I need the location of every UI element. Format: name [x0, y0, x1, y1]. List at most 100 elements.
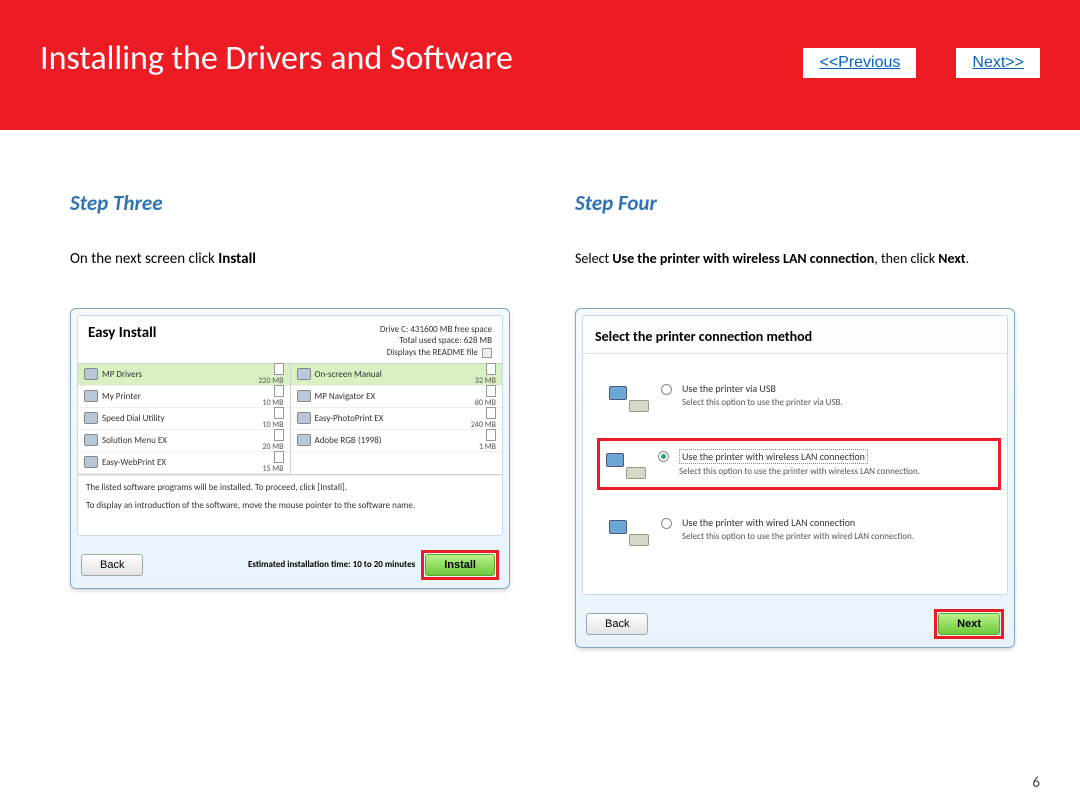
- readme-text: Displays the README file: [387, 347, 478, 359]
- content: Step Three On the next screen click Inst…: [0, 130, 1080, 648]
- software-icon: [297, 390, 311, 402]
- doc-icon: [274, 385, 284, 397]
- software-col-1: MP Drivers220 MBMy Printer10 MBSpeed Dia…: [78, 364, 290, 474]
- connection-main: Use the printer with wired LAN connectio…: [682, 516, 914, 529]
- doc-icon: [486, 407, 496, 419]
- r-desc-pre: Select: [575, 250, 612, 267]
- connection-options: Use the printer via USB Select this optio…: [583, 354, 1007, 582]
- doc-icon: [486, 363, 496, 375]
- previous-button[interactable]: <<Previous: [803, 48, 916, 78]
- software-icon: [297, 434, 311, 446]
- software-col-2: On-screen Manual32 MBMP Navigator EX80 M…: [290, 364, 503, 474]
- connection-sub: Select this option to use the printer vi…: [682, 397, 843, 408]
- radio-button[interactable]: [661, 384, 672, 395]
- connection-option[interactable]: Use the printer with wireless LAN connec…: [597, 438, 1001, 490]
- dialog-title: Easy Install: [88, 324, 156, 359]
- drive-space: Drive C: 431600 MB free space: [380, 324, 492, 336]
- software-name: On-screen Manual: [315, 369, 382, 380]
- software-row[interactable]: On-screen Manual32 MB: [291, 364, 503, 386]
- step-four-title: Step Four: [575, 190, 1020, 216]
- connection-text: Use the printer via USB Select this optio…: [682, 382, 843, 408]
- dialog-header: Easy Install Drive C: 431600 MB free spa…: [78, 316, 502, 364]
- connection-dialog-title: Select the printer connection method: [583, 316, 1007, 354]
- step-four-desc: Select Use the printer with wireless LAN…: [575, 250, 1020, 268]
- back-button[interactable]: Back: [81, 554, 143, 576]
- software-row[interactable]: Easy-PhotoPrint EX240 MB: [291, 408, 503, 430]
- software-row[interactable]: Easy-WebPrint EX 15 MB: [78, 452, 290, 474]
- software-name: Adobe RGB (1998): [315, 435, 382, 446]
- connection-icon: [609, 516, 651, 546]
- software-icon: [84, 368, 98, 380]
- connection-sub: Select this option to use the printer wi…: [682, 531, 914, 542]
- install-button[interactable]: Install: [425, 554, 495, 576]
- connection-main: Use the printer via USB: [682, 382, 843, 395]
- r-desc-mid: , then click: [874, 250, 938, 267]
- next-button[interactable]: Next>>: [956, 48, 1040, 78]
- radio-button[interactable]: [661, 518, 672, 529]
- connection-icon: [609, 382, 651, 412]
- step-three-title: Step Three: [70, 190, 515, 216]
- software-name: Easy-PhotoPrint EX: [315, 413, 384, 424]
- est-time: Estimated installation time: 10 to 20 mi…: [248, 559, 415, 570]
- page-number: 6: [1032, 774, 1040, 792]
- software-row[interactable]: MP Navigator EX80 MB: [291, 386, 503, 408]
- software-name: My Printer: [102, 391, 141, 402]
- connection-text: Use the printer with wired LAN connectio…: [682, 516, 914, 542]
- info-area: The listed software programs will be ins…: [78, 475, 502, 535]
- next-highlight: Next: [934, 609, 1004, 639]
- software-icon: [84, 412, 98, 424]
- connection-option[interactable]: Use the printer with wired LAN connectio…: [603, 508, 997, 554]
- software-size: 1 MB: [479, 442, 496, 452]
- doc-icon: [274, 429, 284, 441]
- back-button-2[interactable]: Back: [586, 613, 648, 635]
- info-line-1: The listed software programs will be ins…: [86, 482, 494, 495]
- connection-main: Use the printer with wireless LAN connec…: [679, 449, 868, 464]
- software-name: MP Navigator EX: [315, 391, 376, 402]
- doc-icon: [486, 429, 496, 441]
- radio-button[interactable]: [658, 451, 669, 462]
- software-name: Solution Menu EX: [102, 435, 167, 446]
- software-name: Easy-WebPrint EX: [102, 457, 166, 468]
- connection-sub: Select this option to use the printer wi…: [679, 466, 920, 477]
- r-desc-bold2: Next: [938, 250, 965, 267]
- connection-text: Use the printer with wireless LAN connec…: [679, 449, 920, 477]
- connection-dialog-footer: Back Next: [576, 601, 1014, 647]
- software-row[interactable]: MP Drivers220 MB: [78, 364, 290, 386]
- step-three-column: Step Three On the next screen click Inst…: [70, 190, 515, 648]
- nav-buttons: <<Previous Next>>: [803, 48, 1040, 78]
- doc-icon: [274, 407, 284, 419]
- doc-icon: [486, 385, 496, 397]
- r-desc-end: .: [966, 250, 970, 267]
- next-button-dialog[interactable]: Next: [938, 613, 1000, 635]
- used-space: Total used space: 628 MB: [380, 335, 492, 347]
- desc-text: On the next screen click: [70, 250, 218, 268]
- software-row[interactable]: My Printer10 MB: [78, 386, 290, 408]
- header: Installing the Drivers and Software <<Pr…: [0, 0, 1080, 130]
- software-row[interactable]: Solution Menu EX20 MB: [78, 430, 290, 452]
- doc-icon: [274, 363, 284, 375]
- software-size: 15 MB: [262, 464, 283, 474]
- software-icon: [297, 412, 311, 424]
- dialog-info: Drive C: 431600 MB free space Total used…: [380, 324, 492, 359]
- connection-icon: [606, 449, 648, 479]
- step-three-desc: On the next screen click Install: [70, 250, 515, 270]
- info-line-2: To display an introduction of the softwa…: [86, 500, 494, 513]
- software-icon: [84, 456, 98, 468]
- software-grid: MP Drivers220 MBMy Printer10 MBSpeed Dia…: [78, 364, 502, 475]
- readme-icon: [482, 348, 492, 358]
- software-row[interactable]: Speed Dial Utility10 MB: [78, 408, 290, 430]
- doc-icon: [274, 451, 284, 463]
- desc-bold: Install: [218, 250, 256, 268]
- connection-option[interactable]: Use the printer via USB Select this optio…: [603, 374, 997, 420]
- install-highlight: Install: [421, 550, 499, 580]
- software-row[interactable]: Adobe RGB (1998) 1 MB: [291, 430, 503, 452]
- dialog-footer: Back Estimated installation time: 10 to …: [71, 542, 509, 588]
- r-desc-bold: Use the printer with wireless LAN connec…: [612, 250, 874, 267]
- connection-dialog: Select the printer connection method Use…: [575, 308, 1015, 648]
- software-icon: [297, 368, 311, 380]
- easy-install-dialog: Easy Install Drive C: 431600 MB free spa…: [70, 308, 510, 589]
- step-four-column: Step Four Select Use the printer with wi…: [575, 190, 1020, 648]
- page-title: Installing the Drivers and Software: [40, 38, 513, 79]
- software-name: MP Drivers: [102, 369, 142, 380]
- software-name: Speed Dial Utility: [102, 413, 165, 424]
